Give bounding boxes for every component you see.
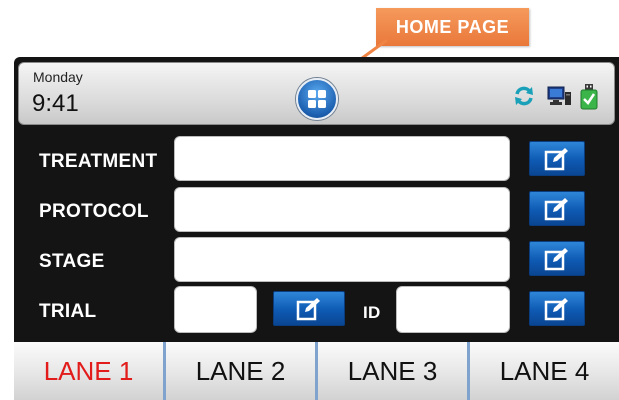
stage-field[interactable]: [174, 237, 510, 282]
home-button[interactable]: [296, 78, 338, 120]
tab-lane-1[interactable]: LANE 1: [14, 342, 166, 400]
stage-label: STAGE: [39, 251, 105, 272]
treatment-edit-button[interactable]: [529, 141, 585, 176]
status-icons: [512, 84, 604, 110]
edit-icon: [544, 247, 568, 270]
edit-icon: [544, 147, 568, 170]
treatment-label: TREATMENT: [39, 151, 158, 172]
trial-edit-button[interactable]: [273, 291, 345, 326]
edit-icon: [296, 297, 320, 320]
edit-icon: [544, 197, 568, 220]
id-field[interactable]: [396, 286, 510, 333]
trial-label: TRIAL: [39, 301, 97, 322]
tab-lane-2[interactable]: LANE 2: [166, 342, 318, 400]
stage-edit-button[interactable]: [529, 241, 585, 276]
trial-field[interactable]: [174, 286, 257, 333]
time-label: 9:41: [32, 90, 79, 117]
home-icon: [308, 90, 326, 108]
usb-icon[interactable]: [580, 84, 604, 110]
treatment-field[interactable]: [174, 136, 510, 181]
lane-tabs: LANE 1 LANE 2 LANE 3 LANE 4: [14, 342, 619, 400]
status-bar: Monday 9:41: [18, 62, 615, 125]
protocol-label: PROTOCOL: [39, 201, 149, 222]
id-label: ID: [363, 303, 381, 322]
device-screen: Monday 9:41 TREATMENT PROTOCOL STAGE TRI…: [14, 57, 619, 400]
edit-icon: [544, 297, 568, 320]
tab-lane-3[interactable]: LANE 3: [318, 342, 470, 400]
home-page-callout: HOME PAGE: [376, 8, 529, 46]
id-edit-button[interactable]: [529, 291, 585, 326]
callout-label: HOME PAGE: [395, 16, 510, 37]
day-label: Monday: [33, 69, 83, 85]
tab-lane-4[interactable]: LANE 4: [470, 342, 619, 400]
sync-icon[interactable]: [512, 84, 536, 108]
protocol-edit-button[interactable]: [529, 191, 585, 226]
network-icon[interactable]: [546, 84, 571, 108]
protocol-field[interactable]: [174, 187, 510, 232]
